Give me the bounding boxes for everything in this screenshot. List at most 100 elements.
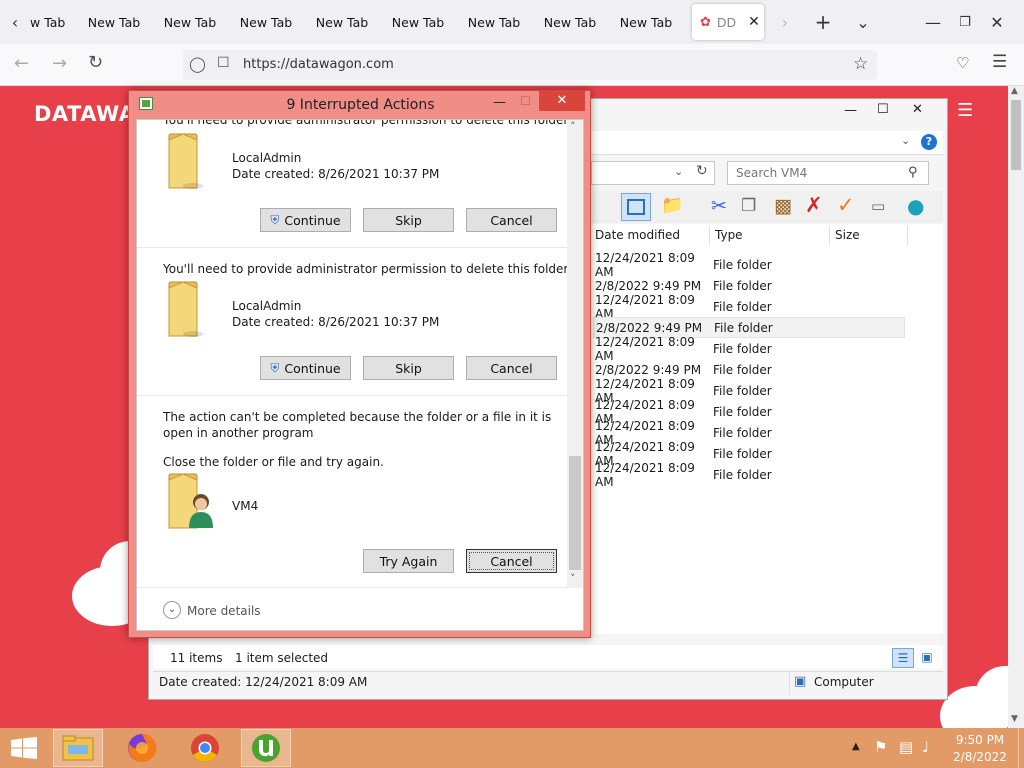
site-logo[interactable]: DATAWA bbox=[34, 102, 136, 126]
url-bar[interactable]: ◯ ☐ https://datawagon.com ☆ bbox=[183, 50, 877, 80]
tab-6[interactable]: New Tab bbox=[456, 0, 532, 44]
back-icon[interactable]: ← bbox=[14, 53, 29, 74]
dialog-body: You'll need to provide administrator per… bbox=[136, 119, 584, 631]
tab-0[interactable]: w Tab bbox=[30, 0, 76, 44]
separator bbox=[137, 247, 569, 248]
close-tab-icon[interactable]: ✕ bbox=[748, 14, 760, 30]
network-icon[interactable]: ▤ bbox=[899, 738, 913, 756]
lock-icon[interactable]: ☐ bbox=[217, 55, 230, 71]
item3-try-again-button[interactable]: Try Again bbox=[363, 549, 454, 573]
item1-skip-button[interactable]: Skip bbox=[363, 208, 454, 232]
scroll-up-icon[interactable]: ▲ bbox=[1011, 86, 1018, 96]
item1-cancel-button[interactable]: Cancel bbox=[466, 208, 557, 232]
column-header-date[interactable]: Date modified bbox=[595, 228, 680, 242]
check-icon[interactable]: ✓ bbox=[837, 193, 855, 217]
close-icon[interactable]: ✕ bbox=[982, 7, 1012, 37]
item1-continue-button[interactable]: ⛨ Continue bbox=[260, 208, 351, 232]
tab-1[interactable]: New Tab bbox=[76, 0, 152, 44]
tab-scroll-left-icon[interactable]: ‹ bbox=[0, 7, 30, 37]
scroll-down-icon[interactable]: ▼ bbox=[1011, 714, 1018, 724]
dialog-minimize-icon[interactable]: — bbox=[493, 95, 506, 110]
more-details-link[interactable]: More details bbox=[187, 603, 261, 619]
bookmark-star-icon[interactable]: ☆ bbox=[853, 54, 868, 74]
folder-icon bbox=[168, 281, 203, 337]
show-desktop-button[interactable] bbox=[1018, 728, 1024, 768]
menu-icon[interactable]: ☰ bbox=[992, 52, 1007, 72]
refresh-icon[interactable]: ↻ bbox=[696, 163, 708, 179]
page-scrollbar[interactable]: ▲ ▼ bbox=[1008, 86, 1024, 728]
explorer-close-icon[interactable]: ✕ bbox=[912, 102, 923, 117]
address-dropdown-icon[interactable]: ⌄ bbox=[674, 165, 683, 178]
volume-muted-icon[interactable]: ♩ bbox=[922, 738, 929, 756]
cut-icon[interactable]: ✂ bbox=[711, 195, 727, 217]
dialog-close-button[interactable]: ✕ bbox=[539, 91, 585, 111]
scroll-thumb[interactable] bbox=[569, 456, 581, 570]
chrome-icon bbox=[191, 734, 219, 762]
table-row[interactable]: 12/24/2021 8:09 AM File folder bbox=[593, 461, 905, 489]
taskbar-firefox[interactable] bbox=[117, 729, 167, 767]
search-box[interactable]: Search VM4 ⚲ bbox=[727, 161, 929, 185]
table-row[interactable]: 12/24/2021 8:09 AM File folder bbox=[593, 251, 905, 279]
copy-icon[interactable]: ❐ bbox=[741, 196, 756, 216]
delete-icon[interactable]: ✗ bbox=[805, 193, 823, 217]
tab-2[interactable]: New Tab bbox=[152, 0, 228, 44]
shield-icon[interactable]: ◯ bbox=[189, 55, 206, 73]
large-icons-view-icon[interactable]: ▣ bbox=[917, 648, 937, 668]
tab-label: New Tab bbox=[239, 14, 293, 30]
details-view-icon[interactable]: ☰ bbox=[892, 648, 914, 668]
list-tabs-icon[interactable]: ⌄ bbox=[848, 7, 878, 37]
hamburger-icon[interactable]: ☰ bbox=[957, 100, 973, 121]
tab-active[interactable]: ✿ DD ✕ bbox=[692, 4, 764, 40]
url-text[interactable]: https://datawagon.com bbox=[243, 57, 394, 72]
table-row[interactable]: 12/24/2021 8:09 AM File folder bbox=[593, 335, 905, 363]
globe-icon[interactable]: ● bbox=[907, 194, 924, 218]
button-label: Skip bbox=[395, 360, 422, 376]
minimize-icon[interactable]: — bbox=[918, 7, 948, 37]
scroll-up-icon[interactable]: ˄ bbox=[570, 120, 576, 133]
item2-cancel-button[interactable]: Cancel bbox=[466, 356, 557, 380]
column-header-size[interactable]: Size bbox=[835, 228, 860, 242]
restore-icon[interactable]: ❐ bbox=[950, 7, 980, 37]
help-icon[interactable]: ? bbox=[921, 134, 937, 150]
paste-icon[interactable]: ▩ bbox=[774, 195, 792, 217]
explorer-minimize-icon[interactable]: — bbox=[844, 103, 857, 118]
forward-icon[interactable]: → bbox=[52, 53, 67, 74]
item2-continue-button[interactable]: ⛨ Continue bbox=[260, 356, 351, 380]
rename-icon[interactable]: ▭ bbox=[871, 197, 885, 215]
scroll-down-icon[interactable]: ˅ bbox=[570, 572, 576, 585]
taskbar-utorrent[interactable] bbox=[241, 729, 291, 767]
start-button[interactable] bbox=[0, 729, 48, 767]
taskbar-chrome[interactable] bbox=[180, 729, 230, 767]
taskbar-explorer[interactable] bbox=[53, 729, 103, 767]
table-row[interactable]: 12/24/2021 8:09 AM File folder bbox=[593, 293, 905, 321]
column-divider[interactable] bbox=[829, 225, 830, 245]
column-divider[interactable] bbox=[907, 225, 908, 245]
ribbon-expand-icon[interactable]: ⌄ bbox=[901, 134, 910, 147]
clock-time[interactable]: 9:50 PM bbox=[950, 733, 1010, 747]
reload-icon[interactable]: ↻ bbox=[88, 52, 103, 73]
dialog-scrollbar[interactable]: ˄ ˅ bbox=[567, 120, 583, 588]
new-tab-icon[interactable]: + bbox=[808, 7, 838, 37]
properties-icon[interactable]: 📁 bbox=[661, 195, 683, 216]
pocket-icon[interactable]: ♡ bbox=[956, 54, 969, 72]
expand-details-icon[interactable]: ⌄ bbox=[163, 601, 181, 619]
tab-3[interactable]: New Tab bbox=[228, 0, 304, 44]
preview-pane-icon[interactable] bbox=[621, 193, 651, 221]
tab-4[interactable]: New Tab bbox=[304, 0, 380, 44]
action-center-flag-icon[interactable]: ⚑ bbox=[874, 738, 887, 756]
tab-8[interactable]: New Tab bbox=[608, 0, 684, 44]
search-icon[interactable]: ⚲ bbox=[908, 165, 918, 180]
show-hidden-icons-icon[interactable]: ▲ bbox=[852, 741, 860, 752]
column-divider[interactable] bbox=[709, 225, 710, 245]
clock-date[interactable]: 2/8/2022 bbox=[950, 750, 1010, 764]
column-header-type[interactable]: Type bbox=[715, 228, 743, 242]
tab-5[interactable]: New Tab bbox=[380, 0, 456, 44]
dialog-maximize-icon[interactable]: ☐ bbox=[520, 94, 531, 108]
tab-scroll-right-icon[interactable]: › bbox=[770, 7, 800, 37]
taskbar: ▲ ⚑ ▤ ♩ 9:50 PM 2/8/2022 bbox=[0, 728, 1024, 768]
item2-skip-button[interactable]: Skip bbox=[363, 356, 454, 380]
scroll-thumb[interactable] bbox=[1011, 100, 1021, 170]
explorer-maximize-icon[interactable]: ☐ bbox=[877, 102, 889, 117]
item3-cancel-button[interactable]: Cancel bbox=[466, 549, 557, 573]
tab-7[interactable]: New Tab bbox=[532, 0, 608, 44]
